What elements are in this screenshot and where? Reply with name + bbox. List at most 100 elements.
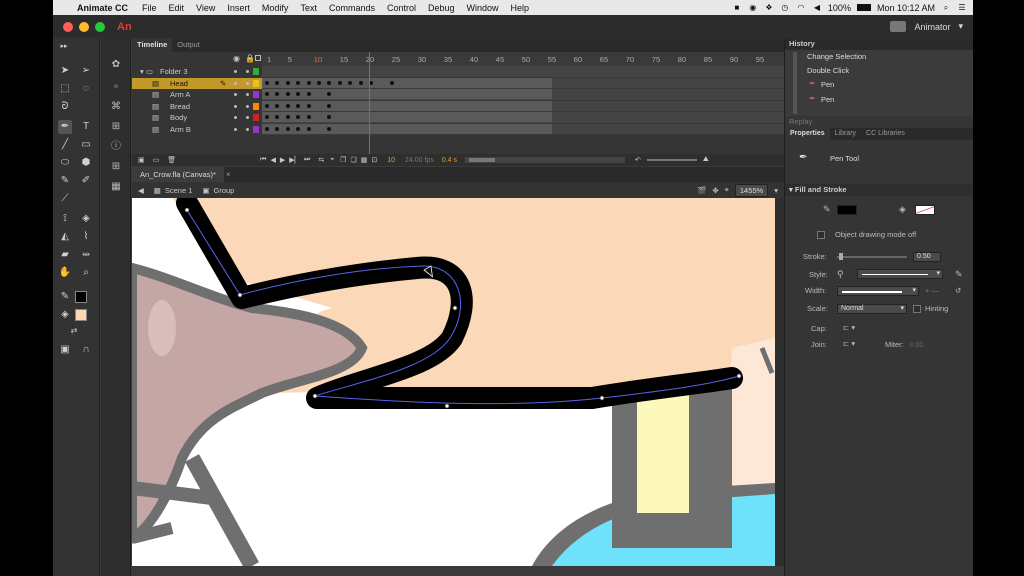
layer-name-cell[interactable]: ▤ Arm A (132, 89, 262, 101)
layer-color-swatch[interactable] (253, 102, 259, 110)
history-item[interactable]: Double Click (807, 66, 849, 75)
group-breadcrumb[interactable]: Group (214, 186, 235, 195)
fill-color-swatch[interactable] (915, 205, 935, 215)
menu-window[interactable]: Window (467, 3, 499, 13)
layer-color-swatch[interactable] (253, 68, 259, 75)
layer-row[interactable]: ▤ Arm A (132, 89, 784, 101)
frame-ruler[interactable]: 15101520253035404550556065707580859095 (262, 52, 784, 66)
layer-name[interactable]: Bread (170, 102, 190, 111)
layer-frames[interactable] (262, 77, 784, 89)
history-item[interactable]: Pen (821, 95, 834, 104)
hinting-checkbox[interactable] (913, 305, 921, 313)
reset-width-icon[interactable]: ↺ (955, 286, 961, 295)
playhead[interactable] (369, 52, 370, 154)
magnet-icon[interactable]: ∩ (79, 343, 93, 357)
time-machine-icon[interactable]: ◷ (780, 3, 790, 12)
tab-cc-libraries[interactable]: CC Libraries (861, 128, 910, 140)
close-tab-icon[interactable]: × (226, 170, 231, 179)
menu-help[interactable]: Help (511, 3, 530, 13)
layer-name[interactable]: Arm A (170, 90, 190, 99)
menu-edit[interactable]: Edit (169, 3, 185, 13)
anchor-point[interactable] (237, 292, 243, 298)
stroke-slider[interactable] (837, 256, 907, 258)
transform-icon[interactable]: ⊞ (109, 120, 123, 134)
menu-debug[interactable]: Debug (428, 3, 455, 13)
layer-frames[interactable] (262, 66, 784, 78)
frame-span[interactable] (262, 112, 552, 122)
selection-tool-icon[interactable]: ➤ (58, 64, 72, 78)
oval-tool-icon[interactable]: ⬭ (58, 156, 72, 170)
menu-insert[interactable]: Insert (227, 3, 250, 13)
keyframe[interactable] (265, 80, 269, 85)
paint-brush-tool-icon[interactable]: ⟋ (58, 192, 72, 206)
menu-view[interactable]: View (196, 3, 215, 13)
layer-row[interactable]: ▾ ▭ Folder 3 (132, 66, 784, 78)
keyframe[interactable] (285, 126, 290, 131)
cap-select[interactable]: ⊏ ▾ (843, 323, 855, 332)
keyframe[interactable] (327, 126, 332, 131)
lock-dot[interactable] (246, 81, 249, 85)
layer-frames[interactable] (262, 123, 784, 135)
history-slider[interactable] (793, 52, 797, 114)
frame-span[interactable] (262, 77, 552, 88)
first-frame-icon[interactable]: ⏮ (260, 156, 266, 164)
symbol-icon[interactable]: ● (109, 80, 123, 94)
menu-modify[interactable]: Modify (262, 3, 289, 13)
zoom-window-button[interactable] (95, 21, 105, 32)
keyframe[interactable] (265, 126, 269, 131)
timeline-hscroll[interactable] (465, 157, 626, 163)
brush-tool-icon[interactable]: ✐ (79, 174, 93, 188)
document-tab[interactable]: An_Crow.fla (Canvas)* (132, 167, 224, 182)
lock-dot[interactable] (246, 70, 249, 73)
battery-icon[interactable] (856, 4, 871, 11)
visibility-dot[interactable] (234, 93, 237, 96)
pencil-tool-icon[interactable]: ✎ (58, 174, 72, 188)
tab-timeline[interactable]: Timeline (132, 38, 173, 52)
anchor-point[interactable] (452, 305, 458, 311)
menu-file[interactable]: File (142, 3, 157, 13)
close-window-button[interactable] (63, 21, 73, 32)
frame-span[interactable] (262, 123, 552, 134)
workspace-switcher[interactable]: Animator ▾ (890, 21, 973, 32)
keyframe[interactable] (285, 92, 290, 96)
scene-breadcrumb[interactable]: Scene 1 (165, 186, 193, 195)
minimize-window-button[interactable] (79, 21, 89, 32)
lock-icon[interactable]: 🔒 (245, 54, 255, 63)
workspace-label[interactable]: Animator (914, 22, 950, 32)
stroke-color-swatch[interactable] (75, 291, 87, 303)
edit-style-icon[interactable]: ✎ (955, 269, 963, 280)
keyframe[interactable] (285, 103, 290, 108)
ink-bottle-tool-icon[interactable]: ◭ (58, 230, 72, 244)
outline-icon[interactable] (255, 55, 261, 61)
anchor-point[interactable] (184, 207, 190, 213)
layer-name-cell[interactable]: ▤ Arm B (132, 124, 262, 136)
keyframe[interactable] (296, 126, 301, 131)
stroke-color-swatch[interactable] (837, 205, 857, 215)
anchor-point[interactable] (444, 403, 450, 409)
fps-readout[interactable]: 24.00 fps (405, 157, 434, 164)
edit-symbol-icon[interactable]: ✥ (712, 186, 718, 195)
tab-output[interactable]: Output (172, 38, 205, 52)
center-stage-icon[interactable]: ⌖ (725, 185, 729, 195)
notification-center-icon[interactable]: ☰ (957, 3, 967, 12)
sync-icon[interactable]: ◉ (748, 3, 758, 12)
hand-tool-icon[interactable]: ✋ (58, 266, 72, 280)
swap-colors-icon[interactable]: ⇄ (67, 324, 81, 338)
layer-name-cell[interactable]: ▤ Bread (132, 101, 262, 113)
3d-rotation-tool-icon[interactable]: ◌ (79, 82, 93, 96)
style-select[interactable]: ▾ (857, 269, 943, 279)
last-frame-icon[interactable]: ⏭ (304, 156, 310, 164)
app-menu[interactable]: Animate CC (77, 3, 128, 13)
scale-select[interactable]: Normal ▾ (837, 304, 907, 314)
eyedropper-tool-icon[interactable]: ⌇ (79, 230, 93, 244)
edit-scene-icon[interactable]: 🎬 (697, 186, 706, 195)
keyframe[interactable] (296, 103, 301, 108)
keyframe[interactable] (306, 115, 311, 119)
wifi-icon[interactable]: ◠ (796, 3, 806, 12)
layer-frames[interactable] (262, 112, 784, 124)
layer-name-cell[interactable]: ▤ Body (132, 112, 262, 124)
info-icon[interactable]: ⓘ (109, 140, 123, 154)
keyframe[interactable] (306, 103, 311, 108)
visibility-dot[interactable] (234, 81, 237, 85)
stroke-slider-thumb[interactable] (839, 253, 843, 260)
